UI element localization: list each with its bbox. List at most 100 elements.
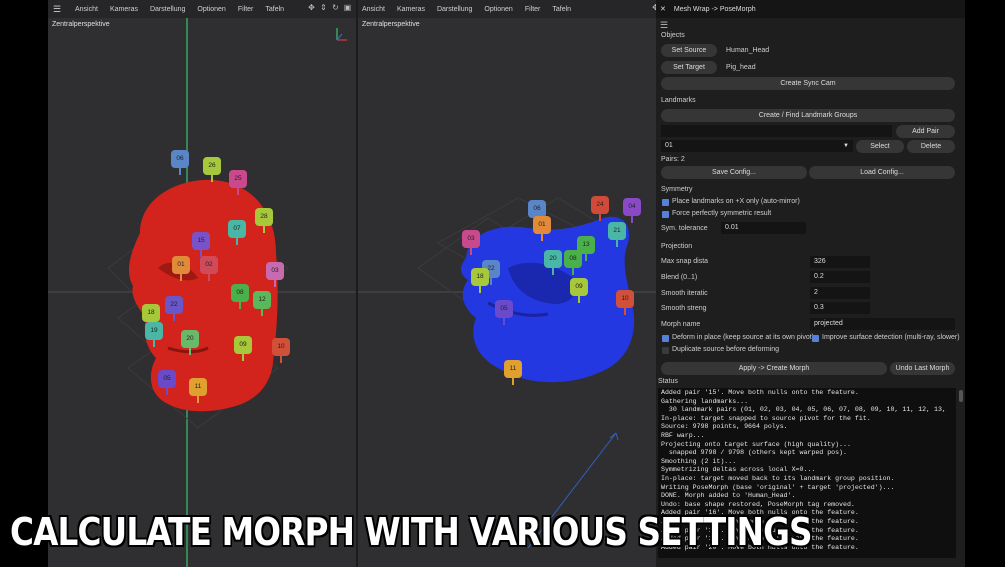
landmark-pin[interactable]: 08 [564,250,582,275]
create-sync-cam-button[interactable]: Create Sync Cam [661,77,955,90]
morph-name-field[interactable]: projected [810,318,955,330]
menu-kameras[interactable]: Kameras [110,6,138,13]
landmark-pin[interactable]: 28 [255,208,273,233]
maximize-icon[interactable]: ▣ [343,3,352,12]
set-source-button[interactable]: Set Source [661,44,717,57]
max-snap-field[interactable]: 326 [810,256,870,268]
apply-create-morph-button[interactable]: Apply -> Create Morph [661,362,887,375]
sym-tolerance-field[interactable]: 0.01 [721,222,806,234]
smooth-strength-field[interactable]: 0.3 [810,302,870,314]
menu-icon[interactable]: ☰ [53,4,63,15]
landmark-pin[interactable]: 21 [608,222,626,247]
close-icon[interactable]: ✕ [660,5,666,13]
viewport-left[interactable]: ☰ Ansicht Kameras Darstellung Optionen F… [48,0,356,567]
landmark-pin[interactable]: 05 [495,300,513,325]
landmark-pin[interactable]: 05 [158,370,176,395]
landmark-pin[interactable]: 01 [533,216,551,241]
status-line: Added pair '15'. Move both nulls onto th… [661,389,859,396]
status-line: In-place: target snapped to source pivot… [661,414,871,422]
deform-in-place-checkbox[interactable] [662,335,669,342]
morph-name-label: Morph name [661,321,701,328]
menu-filter[interactable]: Filter [238,6,254,13]
smooth-iterations-field[interactable]: 2 [810,287,870,299]
menu-filter[interactable]: Filter [525,6,541,13]
pin-stem [479,285,481,293]
add-pair-button[interactable]: Add Pair [896,125,955,138]
landmark-pin[interactable]: 10 [272,338,290,363]
viewport-left-menubar: ☰ Ansicht Kameras Darstellung Optionen F… [48,0,356,18]
menu-ansicht[interactable]: Ansicht [362,6,385,13]
landmark-pin[interactable]: 04 [623,198,641,223]
force-symmetric-checkbox[interactable] [662,211,669,218]
landmark-pin[interactable]: 11 [504,360,522,385]
auto-mirror-checkbox[interactable] [662,199,669,206]
blend-field[interactable]: 0.2 [810,271,870,283]
duplicate-source-checkbox[interactable] [662,347,669,354]
landmark-pin[interactable]: 02 [200,256,218,281]
landmark-pin[interactable]: 22 [165,296,183,321]
set-target-button[interactable]: Set Target [661,61,717,74]
select-button[interactable]: Select [856,140,904,153]
pin-stem [173,313,175,321]
menu-kameras[interactable]: Kameras [397,6,425,13]
landmark-pin[interactable]: 07 [228,220,246,245]
menu-optionen[interactable]: Optionen [484,6,512,13]
landmark-pin[interactable]: 03 [462,230,480,255]
menu-tafeln[interactable]: Tafeln [265,6,284,13]
pin-stem [242,353,244,361]
duplicate-source-label: Duplicate source before deforming [672,346,780,353]
landmark-pin[interactable]: 26 [203,157,221,182]
delete-button[interactable]: Delete [907,140,955,153]
menu-ansicht[interactable]: Ansicht [75,6,98,13]
viewport-right-scene [358,28,700,549]
landmark-pin[interactable]: 01 [172,256,190,281]
load-config-button[interactable]: Load Config... [809,166,955,179]
landmark-pin[interactable]: 18 [471,268,489,293]
landmark-pin[interactable]: 11 [189,378,207,403]
status-line: Writing PoseMorph (base 'original' + tar… [661,483,895,491]
undo-last-morph-button[interactable]: Undo Last Morph [890,362,955,375]
save-config-button[interactable]: Save Config... [661,166,807,179]
landmark-pin[interactable]: 24 [591,196,609,221]
landmark-pin[interactable]: 15 [192,232,210,257]
landmark-pin[interactable]: 10 [616,290,634,315]
status-line: Smoothing (2 it)... [661,457,737,465]
landmark-pin[interactable]: 08 [231,284,249,309]
pin-stem [503,317,505,325]
pin-stem [197,395,199,403]
landmark-pin[interactable]: 20 [181,330,199,355]
landmark-pin[interactable]: 12 [253,291,271,316]
landmark-pin[interactable]: 25 [229,170,247,195]
create-find-landmark-groups-button[interactable]: Create / Find Landmark Groups [661,109,955,122]
landmark-pin[interactable]: 19 [145,322,163,347]
move-icon[interactable]: ⇕ [319,3,328,12]
pair-select-dropdown[interactable]: 01 ▼ [661,140,853,152]
improve-detection-checkbox[interactable] [812,335,819,342]
pin-stem [552,267,554,275]
landmark-pin[interactable]: 20 [544,250,562,275]
rotate-icon[interactable]: ↻ [331,3,340,12]
landmark-pin[interactable]: 03 [266,262,284,287]
landmark-pin[interactable]: 09 [570,278,588,303]
pin-stem [512,377,514,385]
landmark-pin[interactable]: 06 [171,150,189,175]
status-scrollbar[interactable] [959,390,963,402]
viewport-right[interactable]: Ansicht Kameras Darstellung Optionen Fil… [358,0,700,567]
pin-stem [263,225,265,233]
menu-tafeln[interactable]: Tafeln [552,6,571,13]
landmark-pin[interactable]: 09 [234,336,252,361]
max-snap-label: Max snap dista [661,258,709,265]
menu-optionen[interactable]: Optionen [197,6,225,13]
pin-stem [239,301,241,309]
landmark-pin[interactable]: 18 [142,304,160,329]
pan-icon[interactable]: ✥ [307,3,316,12]
status-line: 30 landmark pairs (01, 02, 03, 04, 05, 0… [661,406,946,414]
menu-darstellung[interactable]: Darstellung [150,6,185,13]
improve-detection-label: Improve surface detection (multi-ray, sl… [822,334,960,341]
pin-stem [274,279,276,287]
menu-darstellung[interactable]: Darstellung [437,6,472,13]
pin-stem [624,307,626,315]
panel-menu-icon[interactable]: ☰ [656,18,965,32]
pair-name-input[interactable] [661,125,892,137]
panel-title: Mesh Wrap -> PoseMorph [673,5,756,13]
